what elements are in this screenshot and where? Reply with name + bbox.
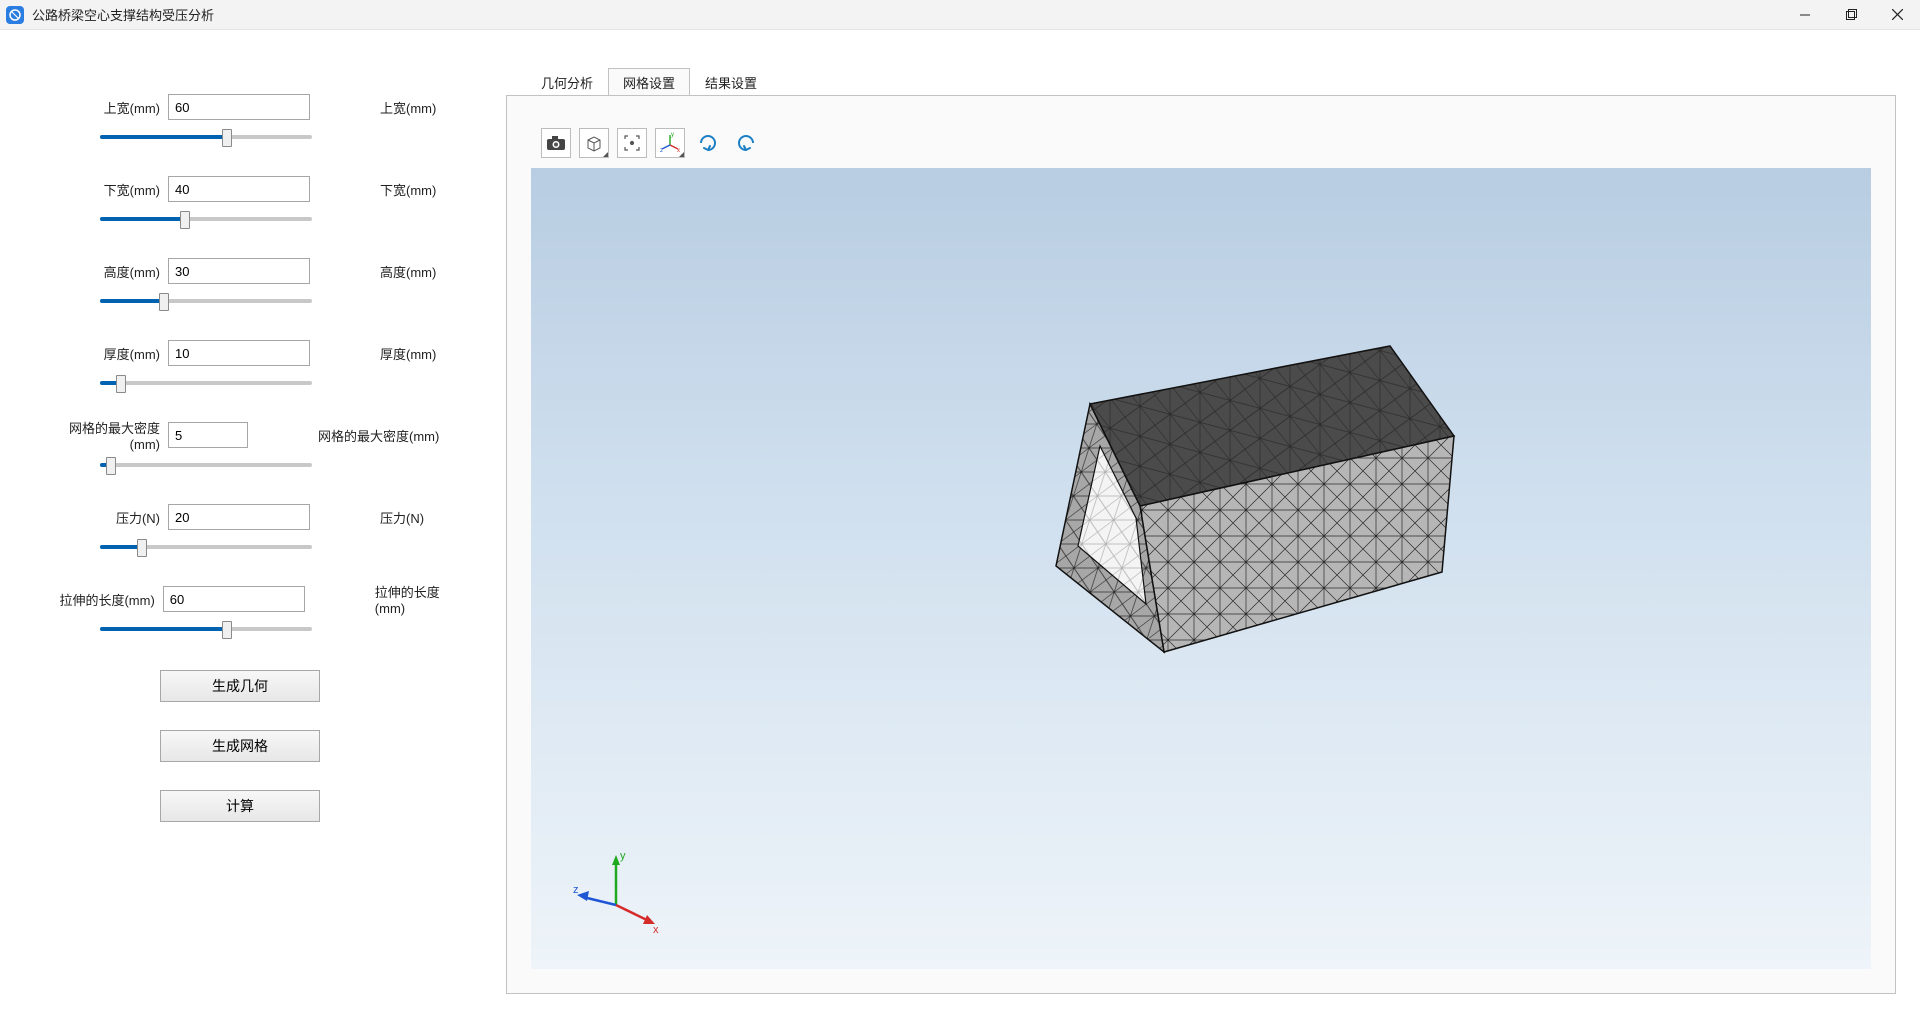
param-echo: 厚度(mm) — [380, 344, 436, 363]
maximize-button[interactable] — [1828, 0, 1874, 29]
param-slider-6[interactable] — [100, 627, 312, 631]
tab-bar: 几何分析 网格设置 结果设置 — [506, 68, 1896, 96]
param-echo: 上宽(mm) — [380, 98, 436, 117]
param-echo: 下宽(mm) — [380, 180, 436, 199]
mesh-model — [960, 328, 1460, 688]
param-label: 上宽(mm) — [40, 98, 168, 117]
generate-mesh-button[interactable]: 生成网格 — [160, 730, 320, 762]
tab-results[interactable]: 结果设置 — [690, 68, 772, 96]
param-slider-5[interactable] — [100, 545, 312, 549]
axes-icon[interactable]: yxz — [655, 128, 685, 158]
param-echo: 压力(N) — [380, 508, 424, 527]
param-echo: 网格的最大密度(mm) — [318, 426, 439, 445]
rotate-left-icon[interactable] — [731, 128, 761, 158]
viewport-border: y x z — [506, 95, 1896, 994]
cube-icon[interactable] — [579, 128, 609, 158]
orientation-axes: y x z — [571, 847, 661, 937]
app-icon — [6, 6, 24, 24]
rotate-right-icon[interactable] — [693, 128, 723, 158]
close-button[interactable] — [1874, 0, 1920, 29]
axis-y-label: y — [620, 850, 626, 862]
main-panel: 几何分析 网格设置 结果设置 y x z — [506, 30, 1920, 1018]
param-slider-1[interactable] — [100, 217, 312, 221]
param-input-6[interactable] — [163, 586, 305, 612]
param-slider-2[interactable] — [100, 299, 312, 303]
param-input-0[interactable] — [168, 94, 310, 120]
title-bar: 公路桥梁空心支撑结构受压分析 — [0, 0, 1920, 30]
compute-button[interactable]: 计算 — [160, 790, 320, 822]
parameter-panel: 上宽(mm) 上宽(mm) 下宽(mm) 下宽(mm) 高度(mm) 高度(mm) 厚度(m… — [0, 30, 506, 1018]
param-label: 厚度(mm) — [40, 344, 168, 363]
param-label: 拉伸的长度(mm) — [40, 590, 163, 609]
svg-text:y: y — [671, 132, 674, 138]
window-title: 公路桥梁空心支撑结构受压分析 — [32, 5, 214, 24]
camera-icon[interactable] — [541, 128, 571, 158]
svg-text:z: z — [660, 148, 663, 154]
param-label: 高度(mm) — [40, 262, 168, 281]
axis-x-label: x — [653, 924, 659, 936]
param-input-3[interactable] — [168, 340, 310, 366]
fit-view-icon[interactable] — [617, 128, 647, 158]
param-slider-4[interactable] — [100, 463, 312, 467]
param-input-5[interactable] — [168, 504, 310, 530]
param-echo: 高度(mm) — [380, 262, 436, 281]
param-label: 网格的最大密度(mm) — [40, 418, 168, 452]
viewport-toolbar: yxz — [541, 128, 761, 158]
param-slider-0[interactable] — [100, 135, 312, 139]
param-input-1[interactable] — [168, 176, 310, 202]
param-label: 下宽(mm) — [40, 180, 168, 199]
minimize-button[interactable] — [1782, 0, 1828, 29]
tab-geometry[interactable]: 几何分析 — [526, 68, 608, 96]
axis-z-label: z — [573, 884, 579, 896]
window-controls — [1782, 0, 1920, 29]
param-input-4[interactable] — [168, 422, 248, 448]
tab-mesh[interactable]: 网格设置 — [608, 68, 690, 96]
param-slider-3[interactable] — [100, 381, 312, 385]
param-echo: 拉伸的长度(mm) — [375, 582, 466, 616]
param-input-2[interactable] — [168, 258, 310, 284]
viewport-3d[interactable]: y x z — [531, 168, 1871, 969]
param-label: 压力(N) — [40, 508, 168, 527]
generate-geometry-button[interactable]: 生成几何 — [160, 670, 320, 702]
